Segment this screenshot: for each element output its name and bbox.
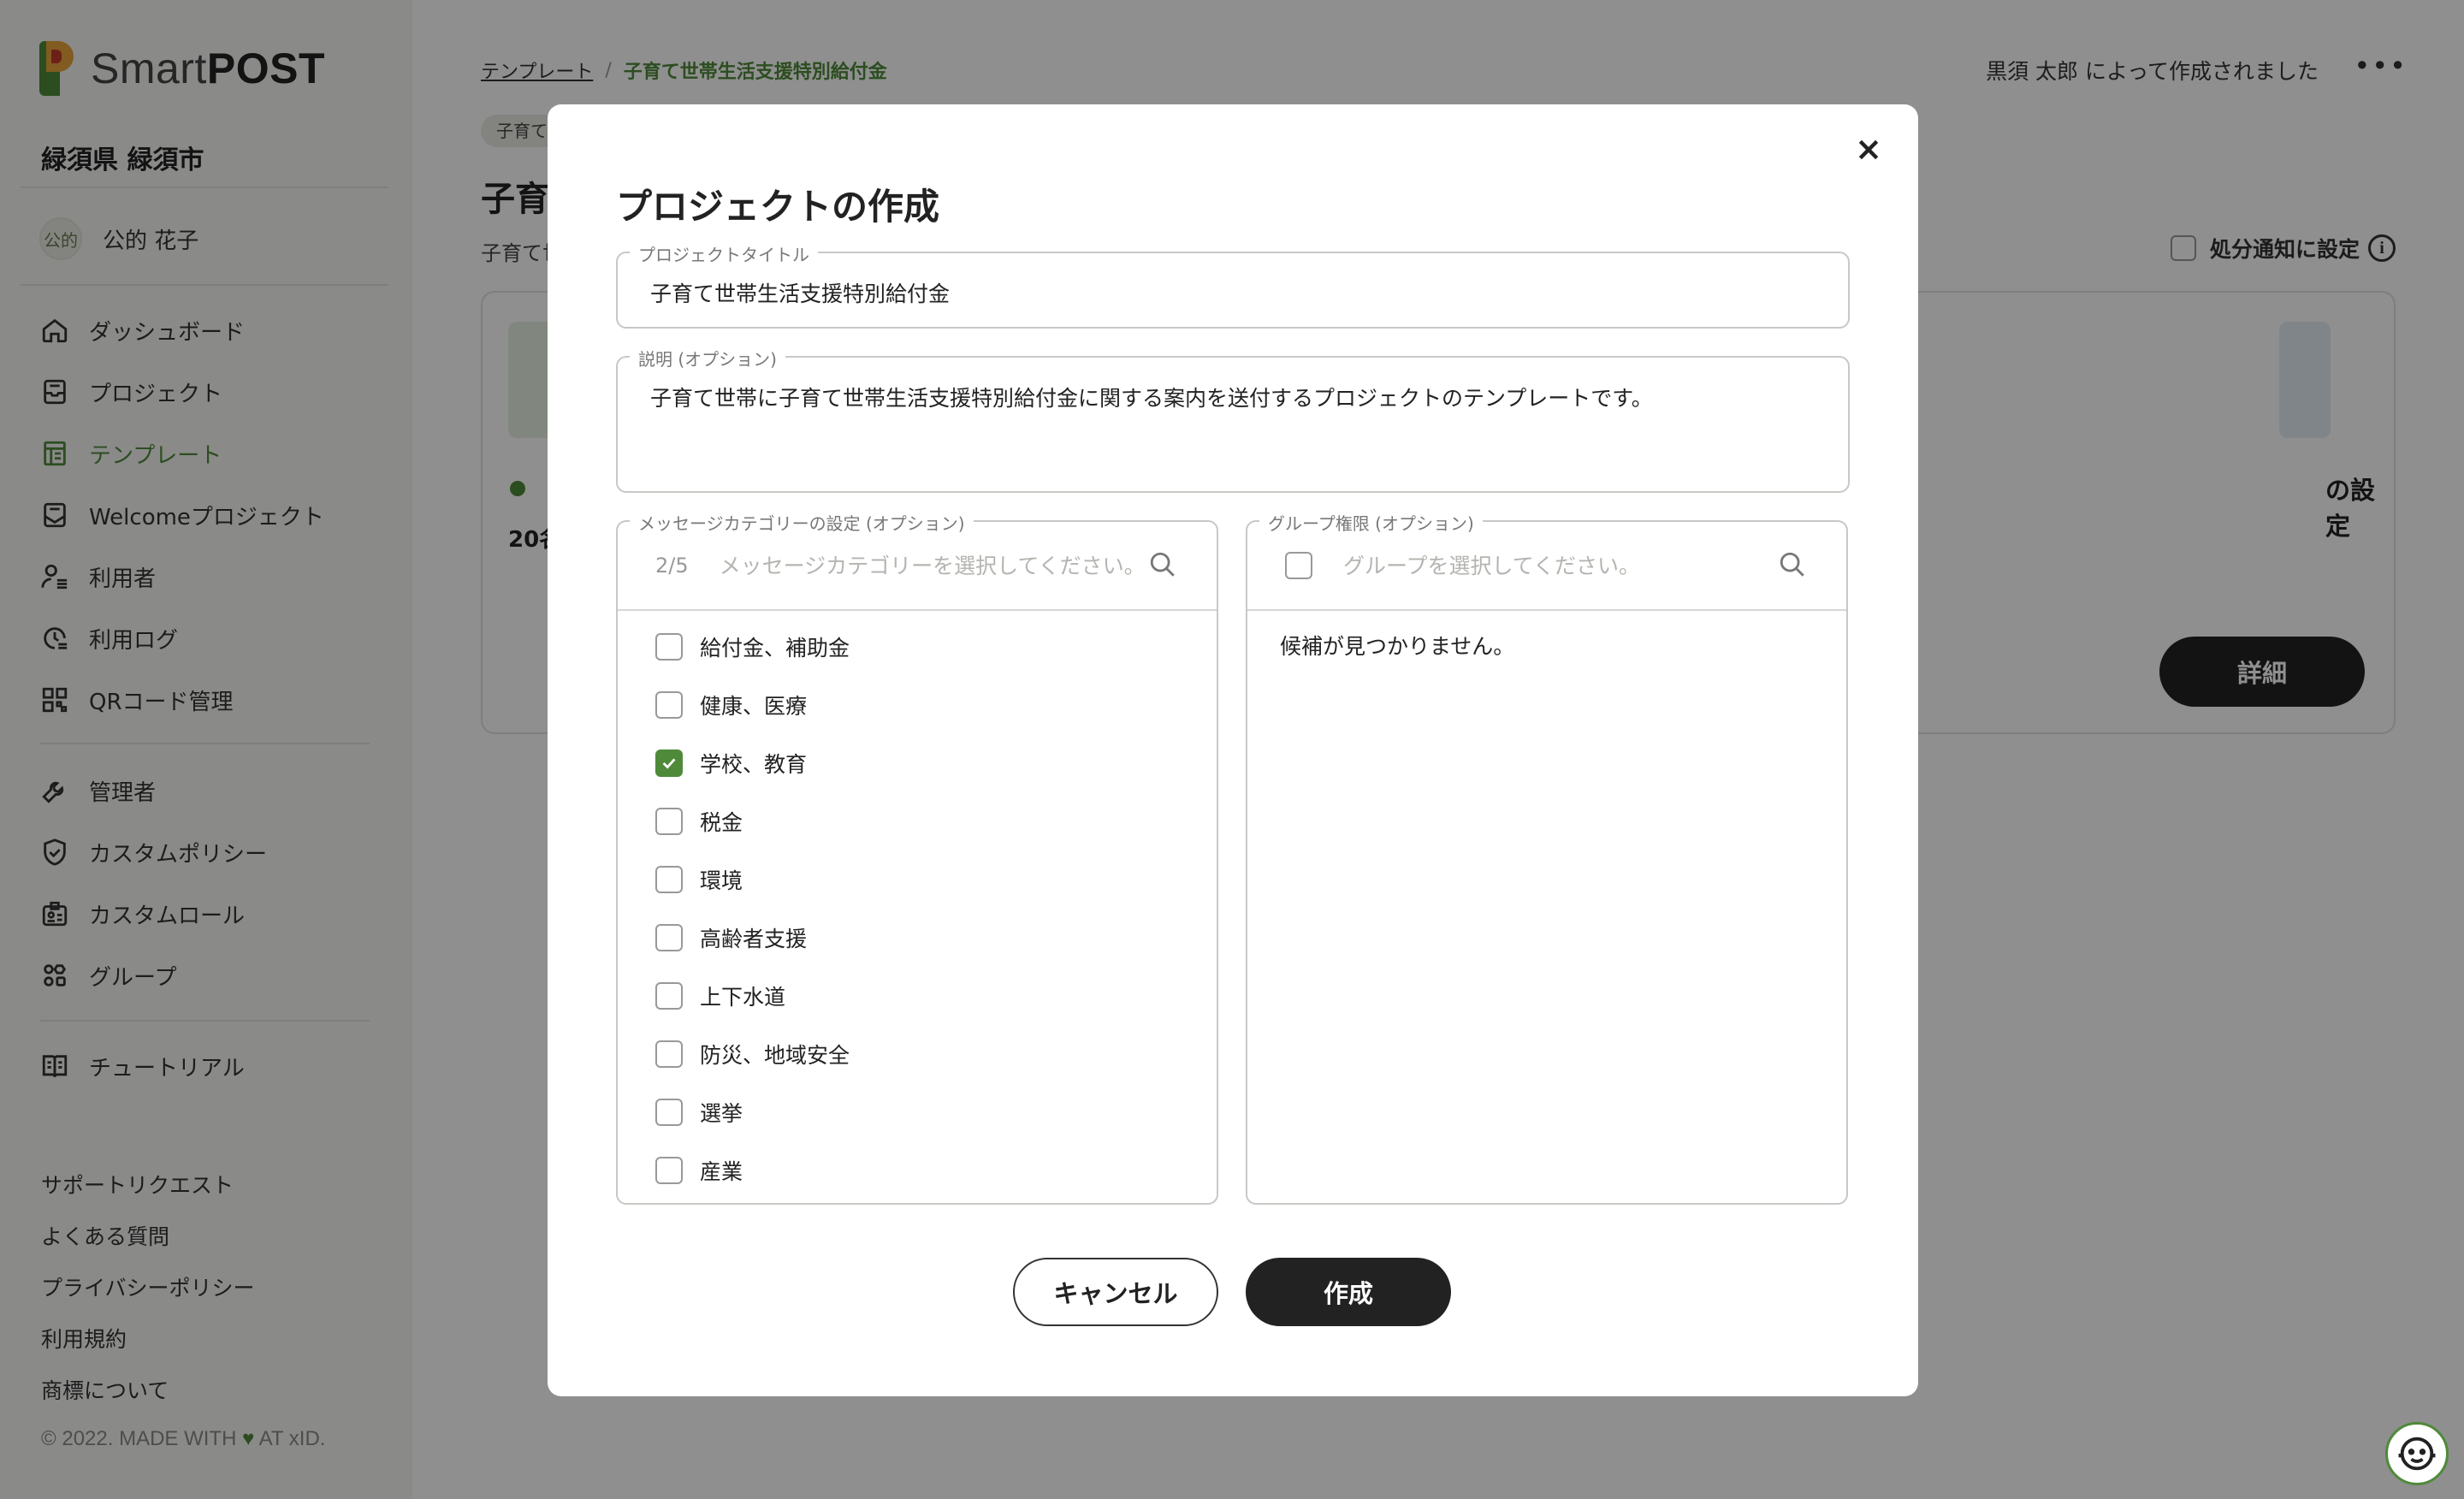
option-label: 防災、地域安全 bbox=[700, 1043, 850, 1068]
category-option[interactable]: 上下水道 bbox=[655, 979, 785, 1013]
group-search-row bbox=[1247, 522, 1846, 611]
description-field[interactable]: 説明 (オプション) 子育て世帯に子育て世帯生活支援特別給付金に関する案内を送付… bbox=[616, 346, 1850, 493]
empty-state-text: 候補が見つかりません。 bbox=[1280, 634, 1515, 659]
checkbox-checked[interactable] bbox=[655, 750, 683, 777]
create-button[interactable]: 作成 bbox=[1246, 1258, 1451, 1326]
modal-title: プロジェクトの作成 bbox=[616, 186, 940, 228]
category-option[interactable]: 税金 bbox=[655, 804, 743, 838]
check-icon bbox=[662, 758, 676, 769]
category-picker: メッセージカテゴリーの設定 (オプション) 2/5 給付金、補助金 健康、医療 … bbox=[616, 510, 1218, 1205]
category-option[interactable]: 防災、地域安全 bbox=[655, 1037, 850, 1071]
checkbox[interactable] bbox=[655, 808, 683, 835]
select-all-checkbox[interactable] bbox=[1285, 552, 1312, 579]
project-title-field[interactable]: プロジェクトタイトル 子育て世帯生活支援特別給付金 bbox=[616, 241, 1850, 329]
project-title-input[interactable]: 子育て世帯生活支援特別給付金 bbox=[650, 277, 950, 308]
category-option[interactable]: 給付金、補助金 bbox=[655, 630, 850, 664]
category-option[interactable]: 選挙 bbox=[655, 1095, 743, 1129]
category-search-input[interactable] bbox=[719, 553, 1148, 578]
close-icon[interactable]: × bbox=[1845, 125, 1892, 173]
option-label: 環境 bbox=[700, 868, 743, 893]
option-label: 産業 bbox=[700, 1159, 743, 1184]
checkbox[interactable] bbox=[655, 1040, 683, 1068]
category-option[interactable]: 高齢者支援 bbox=[655, 921, 807, 955]
option-label: 選挙 bbox=[700, 1101, 743, 1126]
option-label: 健康、医療 bbox=[700, 694, 808, 719]
search-icon[interactable] bbox=[1778, 550, 1809, 581]
option-label: 学校、教育 bbox=[700, 752, 808, 777]
group-search-input[interactable] bbox=[1343, 553, 1778, 578]
category-counter: 2/5 bbox=[655, 554, 689, 578]
search-icon[interactable] bbox=[1148, 550, 1179, 581]
cancel-button[interactable]: キャンセル bbox=[1013, 1258, 1218, 1326]
checkbox[interactable] bbox=[655, 924, 683, 951]
checkbox[interactable] bbox=[655, 866, 683, 893]
option-label: 上下水道 bbox=[700, 985, 786, 1010]
checkbox[interactable] bbox=[655, 691, 683, 719]
category-option[interactable]: 健康、医療 bbox=[655, 688, 807, 722]
checkbox[interactable] bbox=[655, 1099, 683, 1126]
category-option[interactable]: 産業 bbox=[655, 1153, 743, 1188]
category-option[interactable]: 学校、教育 bbox=[655, 746, 807, 780]
checkbox[interactable] bbox=[655, 1157, 683, 1184]
support-chat-icon[interactable] bbox=[2385, 1422, 2449, 1485]
option-label: 税金 bbox=[700, 810, 743, 835]
option-label: 高齢者支援 bbox=[700, 927, 808, 951]
category-search-row: 2/5 bbox=[618, 522, 1217, 611]
field-label: プロジェクトタイトル bbox=[630, 241, 818, 266]
create-project-modal: × プロジェクトの作成 プロジェクトタイトル 子育て世帯生活支援特別給付金 説明… bbox=[548, 104, 1918, 1396]
field-label: 説明 (オプション) bbox=[630, 346, 785, 370]
option-label: 給付金、補助金 bbox=[700, 636, 850, 661]
description-textarea[interactable]: 子育て世帯に子育て世帯生活支援特別給付金に関する案内を送付するプロジェクトのテン… bbox=[650, 382, 1653, 412]
group-picker: グループ権限 (オプション) 候補が見つかりません。 bbox=[1246, 510, 1848, 1205]
checkbox[interactable] bbox=[655, 633, 683, 661]
category-option[interactable]: 環境 bbox=[655, 862, 743, 897]
checkbox[interactable] bbox=[655, 982, 683, 1010]
